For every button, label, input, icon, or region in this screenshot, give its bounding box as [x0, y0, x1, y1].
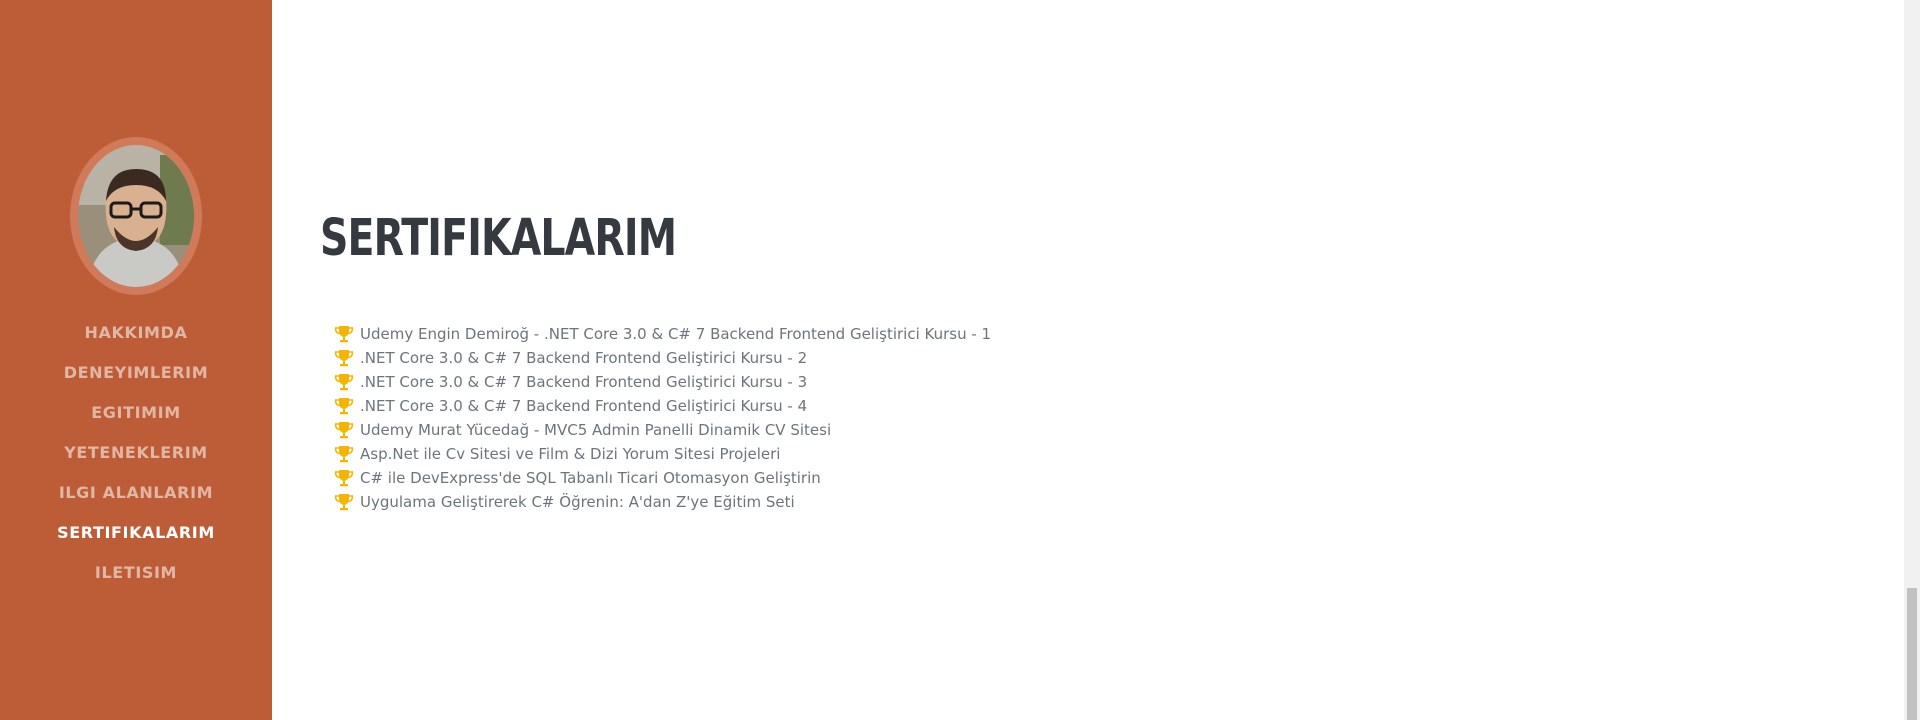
nav-item-yeteneklerim[interactable]: YETENEKLERIM	[0, 433, 272, 473]
trophy-icon	[334, 446, 354, 463]
nav-item-deneyimlerim[interactable]: DENEYIMLERIM	[0, 353, 272, 393]
avatar	[78, 145, 194, 287]
main-content: SERTIFIKALARIM Udemy Engin Demiroğ - .NE…	[272, 0, 1904, 720]
trophy-icon	[334, 326, 354, 343]
list-item: .NET Core 3.0 & C# 7 Backend Frontend Ge…	[334, 346, 991, 370]
nav-item-hakkimda[interactable]: HAKKIMDA	[0, 313, 272, 353]
certificate-label: Udemy Murat Yücedağ - MVC5 Admin Panelli…	[360, 421, 832, 439]
trophy-icon	[334, 470, 354, 487]
list-item: Udemy Engin Demiroğ - .NET Core 3.0 & C#…	[334, 322, 991, 346]
nav-item-egitimim[interactable]: EGITIMIM	[0, 393, 272, 433]
sidebar: HAKKIMDA DENEYIMLERIM EGITIMIM YETENEKLE…	[0, 0, 272, 720]
certificate-label: Udemy Engin Demiroğ - .NET Core 3.0 & C#…	[360, 325, 992, 343]
certificate-label: C# ile DevExpress'de SQL Tabanlı Ticari …	[360, 469, 821, 487]
scrollbar-thumb[interactable]	[1907, 588, 1917, 720]
list-item: C# ile DevExpress'de SQL Tabanlı Ticari …	[334, 466, 991, 490]
certificate-label: .NET Core 3.0 & C# 7 Backend Frontend Ge…	[360, 373, 808, 391]
certificate-label: Asp.Net ile Cv Sitesi ve Film & Dizi Yor…	[360, 445, 781, 463]
section-title: SERTIFIKALARIM	[320, 209, 677, 268]
certificate-label: .NET Core 3.0 & C# 7 Backend Frontend Ge…	[360, 349, 808, 367]
certificate-list: Udemy Engin Demiroğ - .NET Core 3.0 & C#…	[334, 322, 991, 514]
trophy-icon	[334, 398, 354, 415]
certificate-label: Uygulama Geliştirerek C# Öğrenin: A'dan …	[360, 493, 795, 511]
sidebar-nav: HAKKIMDA DENEYIMLERIM EGITIMIM YETENEKLE…	[0, 313, 272, 593]
list-item: .NET Core 3.0 & C# 7 Backend Frontend Ge…	[334, 370, 991, 394]
list-item: .NET Core 3.0 & C# 7 Backend Frontend Ge…	[334, 394, 991, 418]
nav-item-sertifikalarim[interactable]: SERTIFIKALARIM	[0, 513, 272, 553]
certificate-label: .NET Core 3.0 & C# 7 Backend Frontend Ge…	[360, 397, 808, 415]
nav-item-iletisim[interactable]: ILETISIM	[0, 553, 272, 593]
page-scrollbar[interactable]	[1904, 0, 1920, 720]
list-item: Asp.Net ile Cv Sitesi ve Film & Dizi Yor…	[334, 442, 991, 466]
avatar-frame	[70, 137, 202, 295]
list-item: Udemy Murat Yücedağ - MVC5 Admin Panelli…	[334, 418, 991, 442]
nav-item-ilgi-alanlarim[interactable]: ILGI ALANLARIM	[0, 473, 272, 513]
trophy-icon	[334, 494, 354, 511]
trophy-icon	[334, 422, 354, 439]
list-item: Uygulama Geliştirerek C# Öğrenin: A'dan …	[334, 490, 991, 514]
trophy-icon	[334, 374, 354, 391]
trophy-icon	[334, 350, 354, 367]
